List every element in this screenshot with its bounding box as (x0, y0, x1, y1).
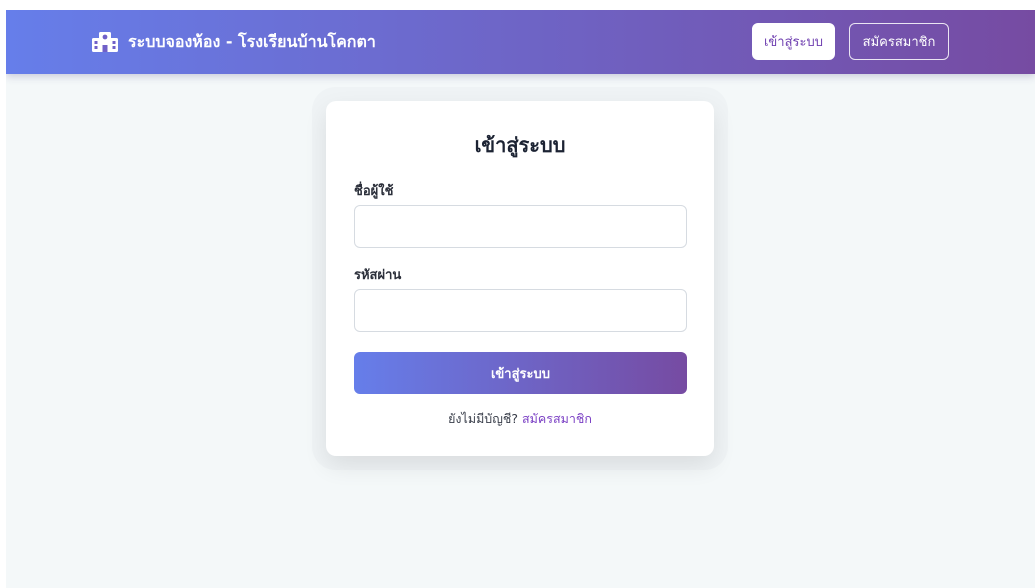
nav-login-label: เข้าสู่ระบบ (763, 35, 824, 50)
nav-register-button[interactable]: สมัครสมาชิก (849, 23, 949, 60)
brand[interactable]: ระบบจองห้อง - โรงเรียนบ้านโคกตา (92, 10, 376, 74)
login-submit-label: เข้าสู่ระบบ (490, 366, 551, 382)
top-navbar: ระบบจองห้อง - โรงเรียนบ้านโคกตา เข้าสู่ร… (6, 10, 1035, 74)
login-submit-button[interactable]: เข้าสู่ระบบ (354, 352, 687, 394)
nav-register-label: สมัครสมาชิก (862, 35, 936, 50)
register-link[interactable]: สมัครสมาชิก (522, 411, 592, 426)
register-prompt: ยังไม่มีบัญชี? สมัครสมาชิก (326, 409, 714, 429)
username-label: ชื่อผู้ใช้ (354, 184, 394, 199)
school-icon (92, 32, 118, 52)
password-input[interactable] (354, 289, 687, 332)
username-input[interactable] (354, 205, 687, 248)
login-title: เข้าสู่ระบบ (474, 133, 566, 157)
password-label: รหัสผ่าน (354, 268, 402, 283)
app-window: ระบบจองห้อง - โรงเรียนบ้านโคกตา เข้าสู่ร… (6, 10, 1035, 588)
no-account-text: ยังไม่มีบัญชี? (448, 411, 519, 426)
nav-login-button[interactable]: เข้าสู่ระบบ (752, 23, 835, 60)
brand-title: ระบบจองห้อง - โรงเรียนบ้านโคกตา (128, 31, 376, 51)
login-card: เข้าสู่ระบบ ชื่อผู้ใช้ รหัสผ่าน เข้าสู่ร… (326, 101, 714, 456)
